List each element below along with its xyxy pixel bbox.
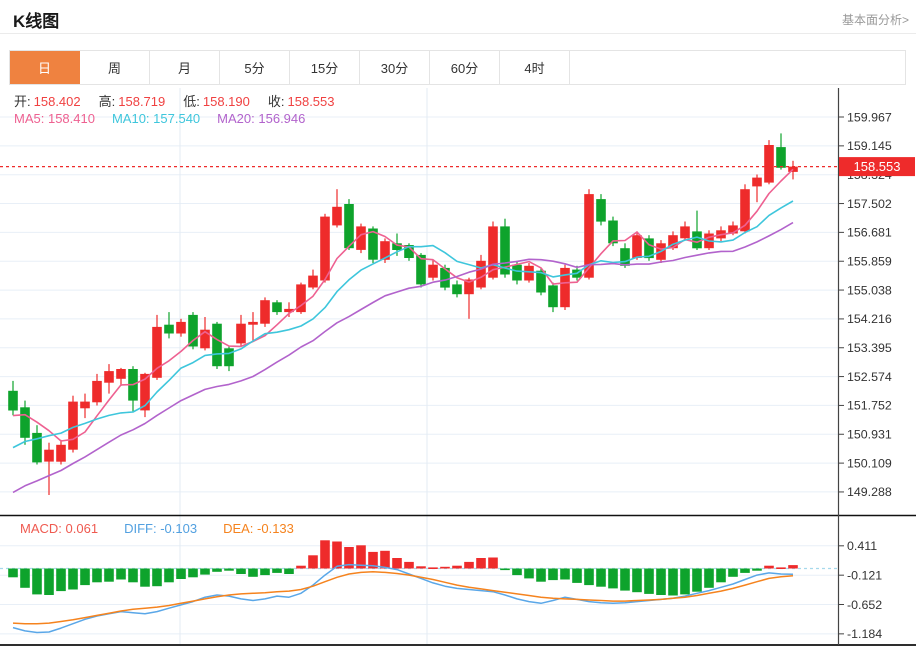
svg-text:153.395: 153.395 xyxy=(847,341,892,355)
macd-value: MACD: 0.061 xyxy=(20,521,98,536)
fundamental-analysis-link[interactable]: 基本面分析> xyxy=(842,11,909,28)
ohlc-open: 开:158.402 xyxy=(14,91,81,110)
ohlc-low: 低:158.190 xyxy=(183,91,250,110)
ma5-value: MA5: 158.410 xyxy=(14,111,95,126)
svg-text:-0.652: -0.652 xyxy=(847,598,882,612)
ohlc-legend: 开:158.402 高:158.719 低:158.190 收:158.553 xyxy=(14,91,335,110)
header-divider xyxy=(0,33,916,34)
tab-15min[interactable]: 15分 xyxy=(290,51,360,84)
tab-month[interactable]: 月 xyxy=(150,51,220,84)
tab-4hour[interactable]: 4时 xyxy=(500,51,570,84)
tab-day[interactable]: 日 xyxy=(10,51,80,84)
svg-text:157.502: 157.502 xyxy=(847,197,892,211)
tab-5min[interactable]: 5分 xyxy=(220,51,290,84)
svg-text:-0.121: -0.121 xyxy=(847,569,882,583)
svg-text:159.145: 159.145 xyxy=(847,139,892,153)
svg-text:156.681: 156.681 xyxy=(847,226,892,240)
svg-text:0.411: 0.411 xyxy=(847,539,877,553)
dea-value: DEA: -0.133 xyxy=(223,521,294,536)
ohlc-high: 高:158.719 xyxy=(99,91,166,110)
macd-legend: MACD: 0.061 DIFF: -0.103 DEA: -0.133 xyxy=(20,521,294,536)
svg-text:150.931: 150.931 xyxy=(847,428,892,442)
ma20-value: MA20: 156.946 xyxy=(217,111,305,126)
page-title: K线图 xyxy=(13,7,59,32)
svg-text:149.288: 149.288 xyxy=(847,485,892,499)
svg-text:152.574: 152.574 xyxy=(847,370,892,384)
tab-30min[interactable]: 30分 xyxy=(360,51,430,84)
svg-text:154.216: 154.216 xyxy=(847,312,892,326)
svg-text:158.553: 158.553 xyxy=(854,159,901,174)
tabbar-filler xyxy=(570,51,905,84)
ma-legend: MA5: 158.410 MA10: 157.540 MA20: 156.946 xyxy=(14,111,305,126)
svg-text:159.967: 159.967 xyxy=(847,110,892,124)
ohlc-close: 收:158.553 xyxy=(268,91,335,110)
ma10-value: MA10: 157.540 xyxy=(112,111,200,126)
tab-60min[interactable]: 60分 xyxy=(430,51,500,84)
interval-tabbar: 日 周 月 5分 15分 30分 60分 4时 xyxy=(9,50,906,85)
diff-value: DIFF: -0.103 xyxy=(124,521,197,536)
svg-text:150.109: 150.109 xyxy=(847,456,892,470)
svg-text:155.038: 155.038 xyxy=(847,283,892,297)
tab-week[interactable]: 周 xyxy=(80,51,150,84)
svg-text:155.859: 155.859 xyxy=(847,255,892,269)
svg-text:151.752: 151.752 xyxy=(847,399,892,413)
svg-text:-1.184: -1.184 xyxy=(847,627,882,641)
